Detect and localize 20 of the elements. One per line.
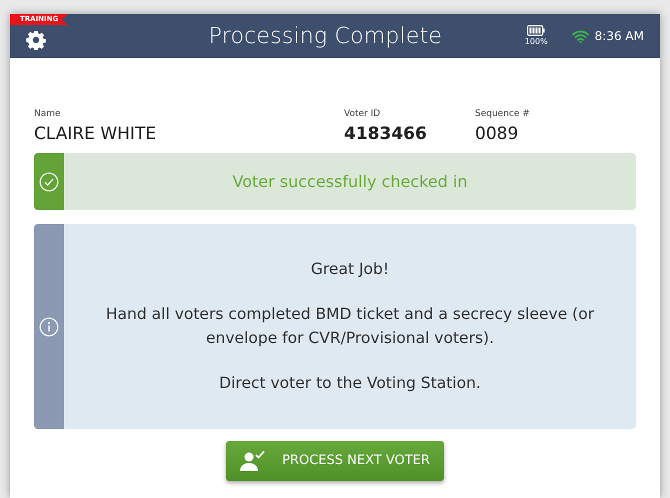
alert-text: Voter successfully checked in xyxy=(232,170,468,192)
clock: 8:36 AM xyxy=(594,28,644,45)
alert-text: Direct voter to the Voting Station. xyxy=(219,372,481,394)
field-value: 4183466 xyxy=(344,122,428,146)
process-next-voter-button[interactable]: PROCESS NEXT VOTER xyxy=(226,441,444,481)
screen-title: Processing Complete xyxy=(208,22,444,50)
wifi-icon xyxy=(572,30,589,42)
check-circle-icon xyxy=(39,172,59,192)
field-label: Sequence # xyxy=(475,108,530,121)
battery-icon xyxy=(527,24,546,36)
battery-level: 100% xyxy=(524,36,548,48)
person-check-icon xyxy=(240,450,266,472)
field-value: 0089 xyxy=(475,122,520,146)
field-value: CLAIRE WHITE xyxy=(34,122,158,146)
settings-icon[interactable] xyxy=(26,30,46,50)
field-label: Name xyxy=(34,108,62,121)
info-icon xyxy=(39,316,59,336)
alert-text: Great Job! xyxy=(310,259,390,280)
alert-text: Hand all voters completed BMD ticket and a secrecy sleeve (or envelope for CVR/Provisional voters). xyxy=(104,304,596,348)
field-label: Voter ID xyxy=(344,108,382,121)
